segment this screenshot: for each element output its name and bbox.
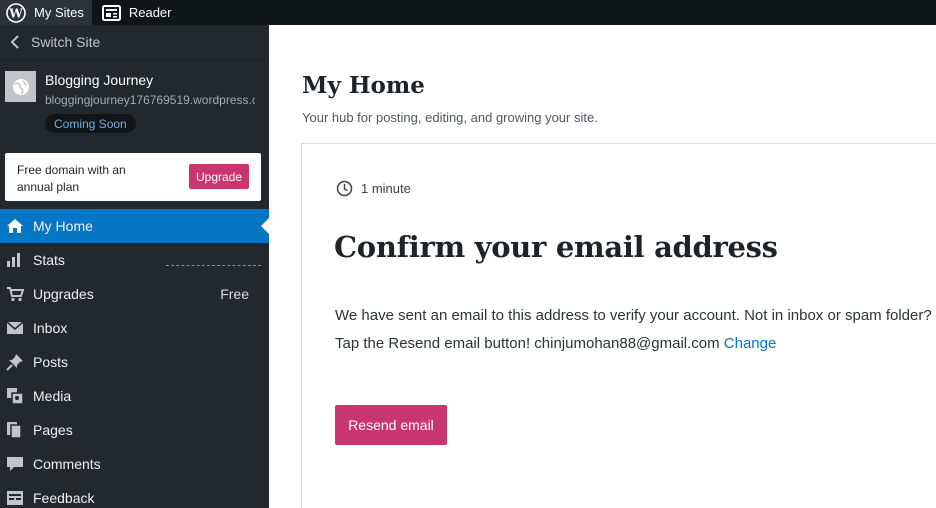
domain-upsell: Free domain with an annual plan Upgrade (5, 153, 261, 201)
reader-button[interactable]: Reader (92, 0, 180, 25)
reader-icon (101, 4, 121, 21)
sidebar-item-stats[interactable]: Stats (0, 243, 269, 277)
sidebar-item-label: Upgrades (33, 286, 94, 302)
stats-icon (0, 252, 33, 268)
sidebar-item-my-home[interactable]: My Home (0, 209, 269, 243)
svg-text:W: W (8, 6, 23, 20)
reader-label: Reader (128, 5, 172, 20)
pages-icon (0, 421, 33, 439)
my-sites-label: My Sites (34, 5, 84, 20)
media-icon (0, 387, 33, 405)
confirm-email-card: 1 minute Confirm your email address We h… (301, 143, 936, 508)
wordpress-logo-icon: W (6, 2, 26, 23)
card-body-text: We have sent an email to this address to… (335, 307, 932, 352)
stats-sparkline (166, 265, 261, 266)
time-estimate-label: 1 minute (361, 181, 411, 196)
my-sites-button[interactable]: W My Sites (0, 0, 92, 25)
clock-icon (336, 180, 353, 197)
upsell-text: Free domain with an annual plan (17, 163, 126, 194)
sidebar-item-pages[interactable]: Pages (0, 413, 269, 447)
site-url: bloggingjourney176769519.wordpress.com (45, 93, 255, 107)
sidebar-item-label: My Home (33, 218, 93, 234)
site-title: Blogging Journey (45, 72, 154, 88)
sidebar-item-feedback[interactable]: Feedback (0, 481, 269, 508)
mail-icon (0, 321, 33, 335)
sidebar-item-posts[interactable]: Posts (0, 345, 269, 379)
sidebar-item-label: Pages (33, 422, 73, 438)
pin-icon (0, 353, 33, 371)
feedback-icon (0, 490, 33, 506)
card-heading: Confirm your email address (334, 230, 778, 264)
cart-icon (0, 286, 33, 302)
sidebar: Switch Site Blogging Journey bloggingjou… (0, 25, 269, 508)
masterbar: W My Sites Reader (0, 0, 936, 25)
page-title: My Home (302, 72, 425, 99)
chevron-left-icon (10, 35, 19, 49)
switch-site-label: Switch Site (31, 34, 101, 50)
sidebar-item-label: Inbox (33, 320, 68, 336)
sidebar-item-comments[interactable]: Comments (0, 447, 269, 481)
upgrade-button[interactable]: Upgrade (189, 164, 249, 189)
change-email-link[interactable]: Change (724, 335, 777, 352)
globe-icon (5, 71, 36, 102)
main-content: My Home Your hub for posting, editing, a… (269, 25, 936, 508)
sidebar-item-upgrades[interactable]: Upgrades Free (0, 277, 269, 311)
upgrades-free-badge: Free (220, 286, 249, 302)
time-estimate: 1 minute (336, 180, 411, 197)
home-icon (0, 218, 33, 234)
sidebar-item-label: Comments (33, 456, 101, 472)
switch-site-button[interactable]: Switch Site (0, 25, 269, 60)
sidebar-item-media[interactable]: Media (0, 379, 269, 413)
sidebar-item-label: Feedback (33, 490, 95, 506)
sidebar-item-inbox[interactable]: Inbox (0, 311, 269, 345)
sidebar-item-label: Media (33, 388, 72, 404)
page-subtitle: Your hub for posting, editing, and growi… (302, 110, 598, 125)
sidebar-item-label: Posts (33, 354, 69, 370)
resend-email-button[interactable]: Resend email (335, 405, 447, 445)
site-card[interactable]: Blogging Journey bloggingjourney17676951… (0, 60, 269, 143)
card-body: We have sent an email to this address to… (335, 302, 935, 358)
sidebar-menu: My Home Stats Upgrades Free Inbox Posts … (0, 209, 269, 508)
sidebar-item-label: Stats (33, 252, 65, 268)
comment-icon (0, 455, 33, 473)
status-badge: Coming Soon (45, 114, 136, 133)
